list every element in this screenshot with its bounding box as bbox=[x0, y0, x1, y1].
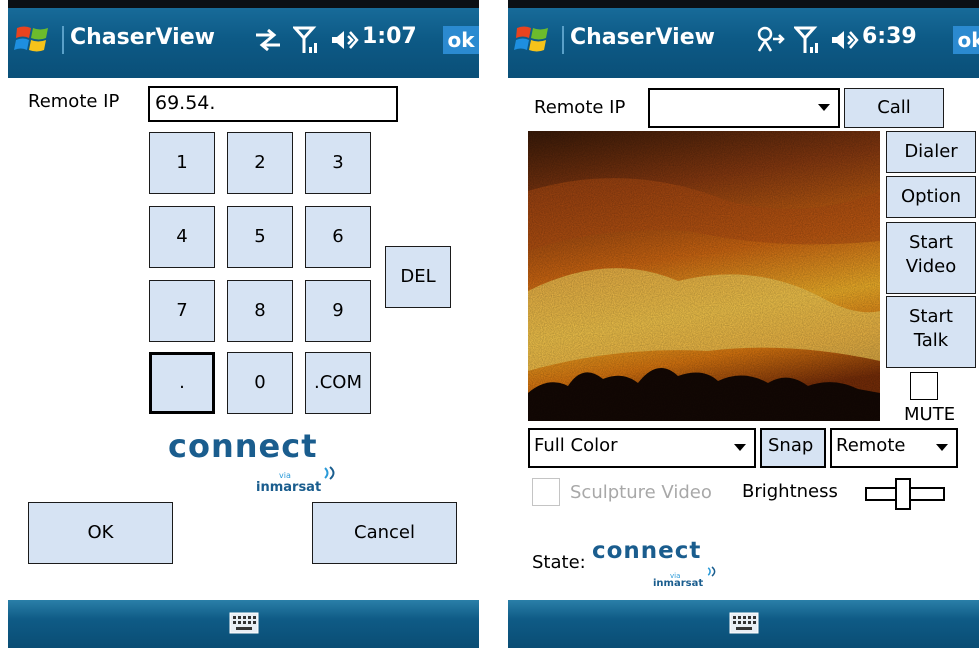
option-button[interactable]: Option bbox=[886, 176, 976, 218]
key-dotcom[interactable]: .COM bbox=[305, 352, 371, 414]
dropdown-arrow-icon bbox=[734, 444, 746, 451]
ok-button[interactable]: OK bbox=[28, 502, 173, 564]
key-6[interactable]: 6 bbox=[305, 206, 371, 268]
brightness-label: Brightness bbox=[742, 481, 838, 502]
title-bar-topline bbox=[8, 0, 479, 8]
remote-ip-label: Remote IP bbox=[534, 97, 626, 118]
volume-icon[interactable] bbox=[330, 28, 360, 52]
source-value: Remote bbox=[836, 435, 906, 456]
title-separator bbox=[562, 26, 564, 54]
remote-ip-label: Remote IP bbox=[28, 91, 120, 112]
app-title: ChaserView bbox=[570, 25, 715, 50]
key-8[interactable]: 8 bbox=[227, 280, 293, 342]
windows-start-icon[interactable] bbox=[14, 22, 52, 56]
state-label: State: bbox=[532, 552, 586, 573]
title-ok-button[interactable]: ok bbox=[443, 26, 479, 54]
bottom-bar bbox=[508, 600, 979, 648]
connect-logo-text: connect bbox=[592, 538, 702, 564]
start-video-line1: Start bbox=[909, 232, 953, 253]
volume-icon[interactable] bbox=[830, 28, 860, 52]
key-1[interactable]: 1 bbox=[149, 132, 215, 194]
brightness-slider[interactable] bbox=[864, 476, 946, 512]
connectivity-icon[interactable] bbox=[755, 25, 785, 55]
app-title: ChaserView bbox=[70, 25, 215, 50]
sculpture-video-label: Sculpture Video bbox=[570, 482, 712, 503]
title-separator bbox=[62, 26, 64, 54]
connect-logo-text: connect bbox=[168, 427, 318, 465]
clock[interactable]: 6:39 bbox=[862, 24, 917, 49]
video-screen: ChaserView 6:39 ok Remote IP Call Dialer… bbox=[508, 0, 979, 648]
keyboard-icon[interactable] bbox=[729, 612, 759, 634]
call-button[interactable]: Call bbox=[844, 88, 944, 128]
keyboard-icon[interactable] bbox=[229, 612, 259, 634]
start-video-button[interactable]: Start Video bbox=[886, 222, 976, 294]
key-2[interactable]: 2 bbox=[227, 132, 293, 194]
video-feed bbox=[528, 131, 880, 421]
bottom-bar bbox=[8, 600, 479, 648]
key-0[interactable]: 0 bbox=[227, 352, 293, 414]
source-select[interactable]: Remote bbox=[830, 428, 958, 468]
start-video-line2: Video bbox=[905, 256, 957, 277]
key-9[interactable]: 9 bbox=[305, 280, 371, 342]
start-talk-line1: Start bbox=[909, 306, 953, 327]
inmarsat-logo-text: inmarsat bbox=[256, 480, 322, 495]
clock[interactable]: 1:07 bbox=[362, 24, 417, 49]
snap-label: Snap bbox=[768, 435, 814, 456]
title-ok-button[interactable]: ok bbox=[953, 26, 979, 54]
dropdown-arrow-icon bbox=[818, 104, 830, 111]
key-7[interactable]: 7 bbox=[149, 280, 215, 342]
mute-label: MUTE bbox=[904, 404, 956, 425]
start-talk-line2: Talk bbox=[913, 330, 949, 351]
sculpture-video-checkbox[interactable] bbox=[532, 478, 560, 506]
title-bar-topline bbox=[508, 0, 979, 8]
color-mode-value: Full Color bbox=[534, 435, 618, 456]
start-talk-button[interactable]: Start Talk bbox=[886, 296, 976, 368]
color-mode-select[interactable]: Full Color bbox=[528, 428, 756, 468]
inmarsat-signal-icon bbox=[324, 466, 335, 480]
delete-button[interactable]: DEL bbox=[385, 246, 451, 308]
via-logo-text: via bbox=[279, 471, 291, 480]
dialer-screen: ChaserView 1:07 ok Remote IP 69.54. 1 2 … bbox=[8, 0, 479, 648]
key-dot[interactable]: . bbox=[149, 352, 215, 414]
dropdown-arrow-icon bbox=[936, 444, 948, 451]
signal-icon[interactable] bbox=[293, 25, 319, 55]
inmarsat-logo-text: inmarsat bbox=[653, 578, 704, 589]
windows-start-icon[interactable] bbox=[514, 22, 552, 56]
cancel-button[interactable]: Cancel bbox=[312, 502, 457, 564]
remote-ip-combo[interactable] bbox=[648, 88, 840, 128]
signal-icon[interactable] bbox=[794, 25, 820, 55]
key-3[interactable]: 3 bbox=[305, 132, 371, 194]
key-5[interactable]: 5 bbox=[227, 206, 293, 268]
snap-button[interactable]: Snap bbox=[760, 428, 826, 468]
remote-ip-input[interactable]: 69.54. bbox=[148, 86, 398, 122]
mute-checkbox[interactable] bbox=[910, 372, 938, 400]
inmarsat-signal-icon bbox=[707, 566, 716, 577]
title-bar: ChaserView 1:07 ok bbox=[8, 0, 479, 78]
key-4[interactable]: 4 bbox=[149, 206, 215, 268]
dialer-button[interactable]: Dialer bbox=[886, 131, 976, 173]
title-bar: ChaserView 6:39 ok bbox=[508, 0, 979, 78]
sync-arrows-icon[interactable] bbox=[254, 27, 282, 53]
